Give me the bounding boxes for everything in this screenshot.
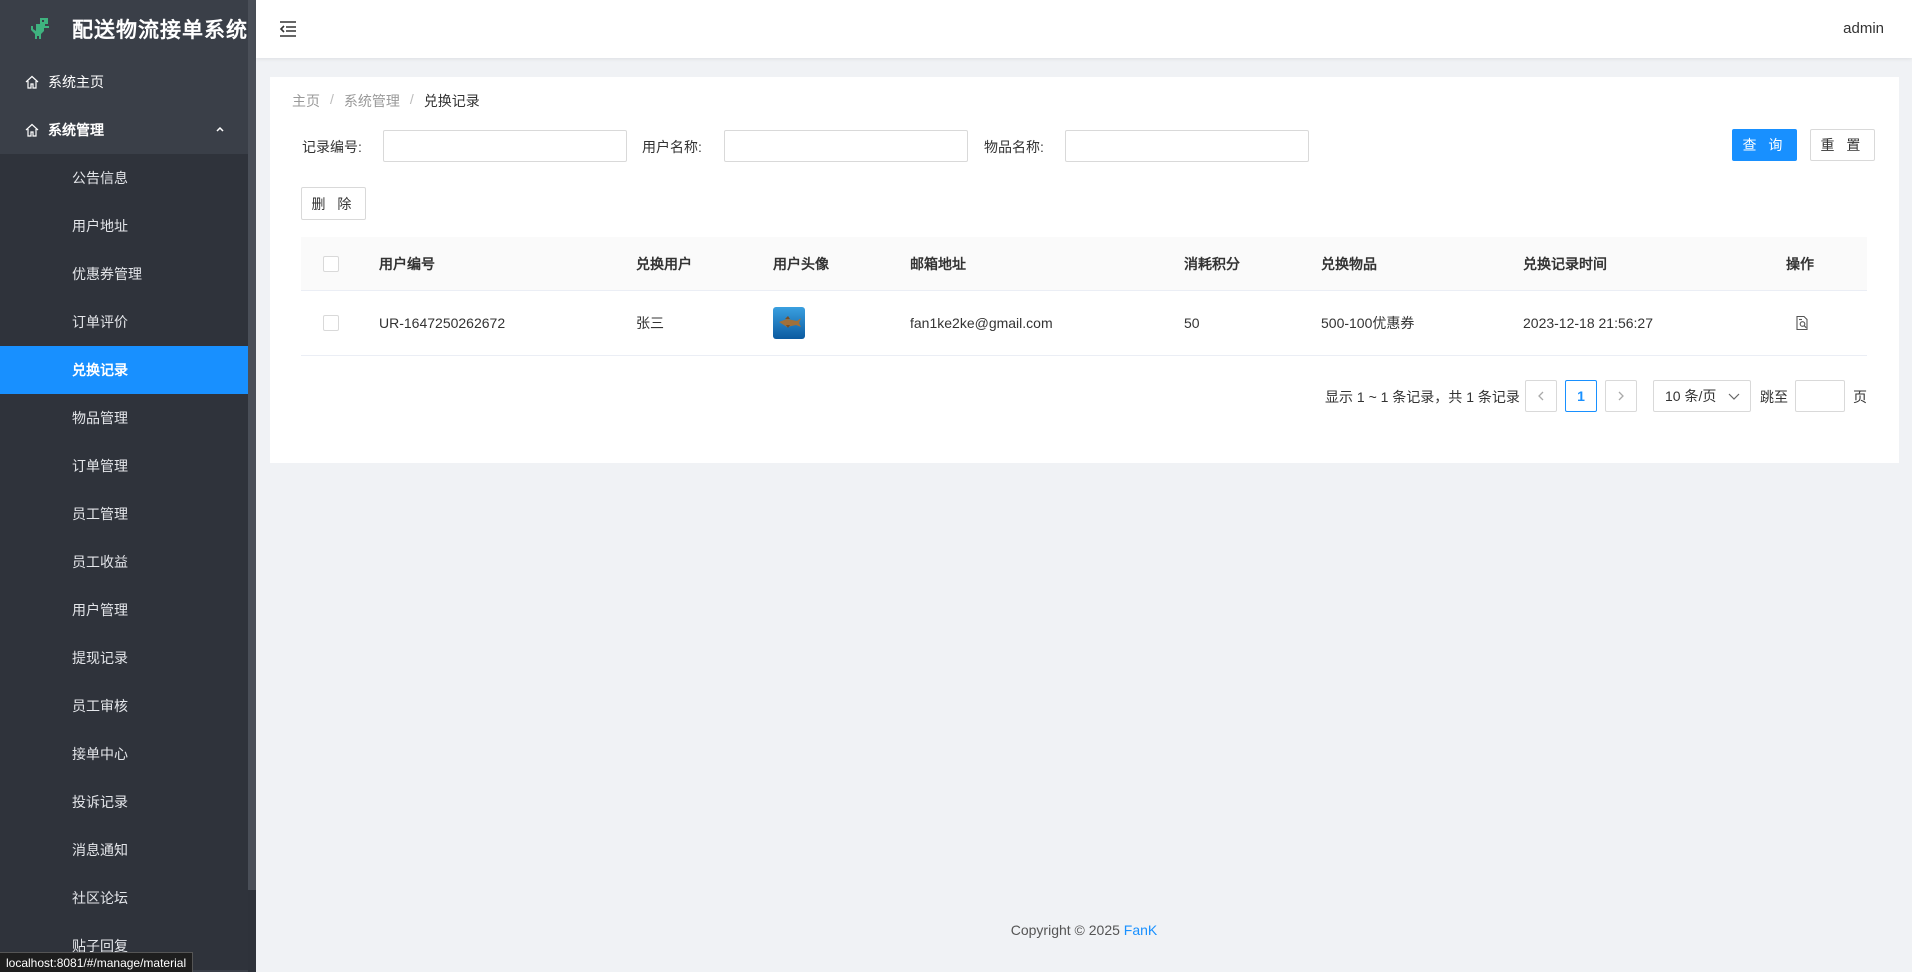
menu-fold-icon[interactable] [278,19,298,39]
pagination-total: 显示 1 ~ 1 条记录，共 1 条记录 [1325,389,1520,405]
sidebar-item[interactable]: 用户地址 [0,202,248,250]
records-table: 用户编号 兑换用户 用户头像 邮箱地址 消耗积分 兑换物品 兑换记录时间 操作 … [301,237,1867,356]
menu-group-system[interactable]: 系统管理 [0,106,248,154]
chevron-up-icon [216,126,224,132]
cell-time: 2023-12-18 21:56:27 [1523,315,1653,331]
chevron-left-icon [1538,391,1544,401]
item-name-input[interactable] [1065,130,1309,162]
col-email: 邮箱地址 [910,255,966,272]
table-header: 用户编号 兑换用户 用户头像 邮箱地址 消耗积分 兑换物品 兑换记录时间 操作 [301,237,1867,291]
footer: Copyright © 2025 FanK [256,922,1912,938]
page-number-button[interactable]: 1 [1565,380,1597,412]
menu-home[interactable]: 系统主页 [0,58,248,106]
col-time: 兑换记录时间 [1523,255,1607,272]
sidebar-item[interactable]: 消息通知 [0,826,248,874]
table-row: UR-1647250262672 张三 fan1ke2ke@gmail.com … [301,291,1867,356]
user-avatar[interactable] [773,307,805,339]
page-suffix-label: 页 [1853,389,1867,405]
reset-button[interactable]: 重 置 [1810,129,1875,161]
jump-label: 跳至 [1760,389,1788,405]
breadcrumb-section[interactable]: 系统管理 [344,91,400,111]
breadcrumb-separator: / [330,91,334,107]
sidebar-item[interactable]: 员工审核 [0,682,248,730]
sidebar-item[interactable]: 投诉记录 [0,778,248,826]
sidebar-item[interactable]: 订单评价 [0,298,248,346]
sidebar-item[interactable]: 提现记录 [0,634,248,682]
page-size-value: 10 条/页 [1665,388,1717,404]
sidebar-item[interactable]: 物品管理 [0,394,248,442]
sidebar-item[interactable]: 兑换记录 [0,346,248,394]
submenu: 公告信息 用户地址 优惠券管理 订单评价 兑换记录 物品管理 订单管理 员工管理 员工收益 用户管… [0,154,248,970]
chevron-down-icon [1728,393,1740,400]
logo: 配送物流接单系统 [0,0,248,58]
user-name-input[interactable] [724,130,968,162]
view-detail-icon[interactable] [1794,315,1810,331]
dinosaur-logo-icon [31,18,49,39]
app-title: 配送物流接单系统 [72,19,248,42]
sidebar-item[interactable]: 订单管理 [0,442,248,490]
row-checkbox[interactable] [323,315,339,331]
breadcrumb-separator: / [409,91,414,107]
col-actions: 操作 [1786,255,1814,272]
cell-email: fan1ke2ke@gmail.com [910,315,1053,331]
col-points: 消耗积分 [1184,255,1240,272]
col-user-no: 用户编号 [379,255,435,272]
status-bar-url: localhost:8081/#/manage/material [0,952,194,972]
sidebar-item[interactable]: 接单中心 [0,730,248,778]
next-page-button[interactable] [1605,380,1637,412]
user-name[interactable]: admin [1843,20,1884,37]
jump-page-input[interactable] [1795,380,1845,412]
sidebar-item[interactable]: 优惠券管理 [0,250,248,298]
main-card: 主页 / 系统管理 / 兑换记录 记录编号: 用户名称: 物品名称: 查 询 重… [270,77,1899,463]
delete-button[interactable]: 删 除 [301,187,366,220]
menu-home-label: 系统主页 [48,74,104,90]
record-no-label: 记录编号: [302,139,362,155]
cell-user: 张三 [636,315,664,331]
home-icon [25,75,39,89]
select-all-checkbox[interactable] [323,255,339,272]
query-button[interactable]: 查 询 [1732,129,1797,161]
cell-points: 50 [1184,315,1200,331]
user-name-label: 用户名称: [642,139,702,155]
page-size-select[interactable]: 10 条/页 [1653,380,1751,412]
cell-user-no: UR-1647250262672 [379,315,506,331]
footer-copyright: Copyright © 2025 [1010,922,1124,938]
home-icon [25,123,39,137]
item-name-label: 物品名称: [984,139,1044,155]
menu-group-label: 系统管理 [48,122,104,138]
sidebar-item[interactable]: 公告信息 [0,154,248,202]
sidebar-item[interactable]: 用户管理 [0,586,248,634]
top-header: admin [256,0,1912,58]
col-item: 兑换物品 [1321,255,1377,272]
breadcrumb-home[interactable]: 主页 [292,91,320,111]
sidebar-item[interactable]: 员工管理 [0,490,248,538]
record-no-input[interactable] [383,130,627,162]
cell-item: 500-100优惠券 [1321,315,1415,331]
sidebar-scrollbar-thumb[interactable] [248,0,256,890]
sidebar-item[interactable]: 员工收益 [0,538,248,586]
sidebar: 配送物流接单系统 系统主页 系统管理 公告信息 用户地址 优惠券管理 订单评价 兑换记录… [0,0,248,972]
col-user: 兑换用户 [636,255,692,272]
col-avatar: 用户头像 [773,255,829,272]
footer-brand-link[interactable]: FanK [1124,922,1157,938]
chevron-right-icon [1618,391,1624,401]
prev-page-button[interactable] [1525,380,1557,412]
breadcrumb: 主页 / 系统管理 / 兑换记录 [292,91,480,111]
breadcrumb-current: 兑换记录 [423,93,480,109]
sidebar-item[interactable]: 社区论坛 [0,874,248,922]
